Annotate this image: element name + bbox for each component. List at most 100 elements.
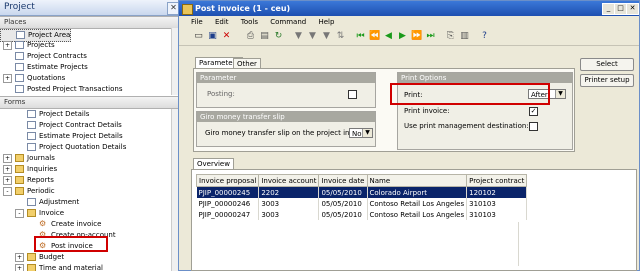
last-record-icon[interactable]: ⏭ (425, 31, 436, 42)
table-row[interactable]: PJIP_00000247 3003 05/05/2010 Contoso Re… (196, 209, 528, 220)
gear-icon: ⚙ (39, 219, 47, 228)
printer-setup-button[interactable]: Printer setup (580, 74, 634, 87)
tree-item[interactable]: ⚙ Create invoice (0, 219, 101, 230)
tree-item[interactable]: Adjustment (0, 197, 79, 208)
tree-item[interactable]: + Quotations (0, 73, 65, 84)
next-page-icon[interactable]: ⏩ (411, 31, 422, 42)
parameter-group: Parameter Posting: (196, 72, 376, 108)
toolbar: ▭ ▣ ✕ ⎙ ▤ ↻ ▼ ▼ ▼ ⇅ ⏮ ⏪ ◀ ▶ ⏩ ⏭ ⎘ ▥ ? (179, 29, 639, 46)
tree-item-label: Project Area (28, 31, 71, 39)
tree-item[interactable]: Estimate Project Details (0, 131, 123, 142)
sort-icon[interactable]: ⇅ (335, 31, 346, 42)
tree-item[interactable]: - Invoice (0, 208, 64, 219)
window-title-bar: Post invoice (1 - ceu) (179, 1, 639, 16)
folder-icon (15, 154, 24, 162)
menu-tools[interactable]: Tools (241, 18, 258, 26)
col-project-contract[interactable]: Project contract (466, 174, 528, 187)
advanced-filter-icon[interactable]: ▼ (321, 31, 332, 42)
use-print-management-checkbox[interactable] (529, 122, 538, 131)
document-handling-icon[interactable]: ▥ (459, 31, 470, 42)
close-button[interactable]: ✕ (626, 3, 639, 15)
invoice-date-cell: 05/05/2010 (318, 186, 368, 198)
select-button[interactable]: Select (580, 58, 634, 71)
posting-checkbox[interactable] (348, 90, 357, 99)
grid-icon (15, 41, 24, 49)
filter-icon[interactable]: ▼ (293, 31, 304, 42)
print-highlight (390, 83, 550, 105)
tree-item[interactable]: + Reports (0, 175, 54, 186)
tree-item[interactable]: + Inquiries (0, 164, 57, 175)
tree-item[interactable]: + Budget (0, 252, 64, 263)
folder-icon (15, 187, 24, 195)
col-invoice-proposal[interactable]: Invoice proposal (195, 174, 260, 187)
menu-command[interactable]: Command (270, 18, 306, 26)
expander-icon[interactable]: - (15, 208, 24, 218)
print-icon[interactable]: ⎙ (245, 31, 256, 42)
tab-overview[interactable]: Overview (193, 158, 234, 169)
tree-item-label: Create invoice (51, 220, 102, 228)
tree-item[interactable]: Posted Project Transactions (0, 84, 123, 95)
expander-icon[interactable]: + (3, 164, 12, 174)
filter-by-selection-icon[interactable]: ▼ (307, 31, 318, 42)
tree-item[interactable]: Project Contract Details (0, 120, 122, 131)
tree-item[interactable]: Project Contracts (0, 51, 87, 62)
giro-select[interactable]: None ▼ (349, 128, 373, 138)
grid-icon (15, 85, 24, 93)
print-preview-icon[interactable]: ▤ (259, 31, 270, 42)
table-row[interactable]: PJIP_00000246 3003 05/05/2010 Contoso Re… (196, 198, 528, 209)
project-contract-cell: 310103 (466, 198, 528, 209)
giro-group-header: Giro money transfer slip (197, 112, 375, 122)
expander-icon[interactable]: + (3, 40, 12, 50)
previous-page-icon[interactable]: ⏪ (369, 31, 380, 42)
previous-record-icon[interactable]: ◀ (383, 31, 394, 42)
tree-item-label: Budget (39, 253, 65, 261)
grid-icon (15, 52, 24, 60)
folder-icon (27, 253, 36, 261)
expander-icon[interactable]: + (15, 263, 24, 271)
parameter-group-header: Parameter (197, 73, 375, 83)
tree-item-label: Journals (27, 154, 55, 162)
menu-file[interactable]: File (191, 18, 203, 26)
posting-label: Posting: (207, 90, 235, 98)
print-invoice-checkbox[interactable]: ✓ (529, 107, 538, 116)
tree-item[interactable]: + Time and material (0, 263, 103, 271)
new-icon[interactable]: ▭ (193, 31, 204, 42)
overview-tab-page: Invoice proposal Invoice account Invoice… (191, 169, 637, 271)
chevron-down-icon[interactable]: ▼ (555, 90, 565, 98)
project-contract-cell: 310103 (466, 209, 528, 220)
help-icon[interactable]: ? (479, 31, 490, 42)
expander-icon[interactable]: + (3, 175, 12, 185)
refresh-icon[interactable]: ↻ (273, 31, 284, 42)
next-record-icon[interactable]: ▶ (397, 31, 408, 42)
tree-item-label: Posted Project Transactions (27, 85, 123, 93)
tree-item[interactable]: + Projects (0, 40, 55, 51)
tree-item[interactable]: Project Quotation Details (0, 142, 126, 153)
tree-item[interactable]: - Periodic (0, 186, 55, 197)
table-row[interactable]: PJIP_00000245 2202 05/05/2010 Colorado A… (196, 186, 528, 198)
save-icon[interactable]: ▣ (207, 31, 218, 42)
col-invoice-account[interactable]: Invoice account (258, 174, 320, 187)
attachments-icon[interactable]: ⎘ (445, 31, 456, 42)
folder-icon (15, 176, 24, 184)
menu-edit[interactable]: Edit (215, 18, 229, 26)
tree-item[interactable]: + Journals (0, 153, 55, 164)
first-record-icon[interactable]: ⏮ (355, 31, 366, 42)
col-name[interactable]: Name (366, 174, 468, 187)
form-icon (27, 198, 36, 206)
menu-help[interactable]: Help (318, 18, 334, 26)
tree-item[interactable]: Project Details (0, 109, 89, 120)
invoice-proposal-cell: PJIP_00000247 (196, 209, 260, 220)
expander-icon[interactable]: - (3, 186, 12, 196)
delete-icon[interactable]: ✕ (221, 31, 232, 42)
project-contract-cell: 120102 (466, 186, 528, 198)
expander-icon[interactable]: + (15, 252, 24, 262)
window-title: Post invoice (1 - ceu) (195, 4, 291, 13)
tree-item[interactable]: Estimate Projects (0, 62, 88, 73)
invoice-account-cell: 2202 (258, 186, 320, 198)
invoice-proposal-cell: PJIP_00000245 (196, 186, 260, 198)
expander-icon[interactable]: + (3, 73, 12, 83)
tree-item-label: Project Quotation Details (39, 143, 127, 151)
chevron-down-icon[interactable]: ▼ (362, 129, 372, 137)
expander-icon[interactable]: + (3, 153, 12, 163)
col-invoice-date[interactable]: Invoice date (318, 174, 368, 187)
